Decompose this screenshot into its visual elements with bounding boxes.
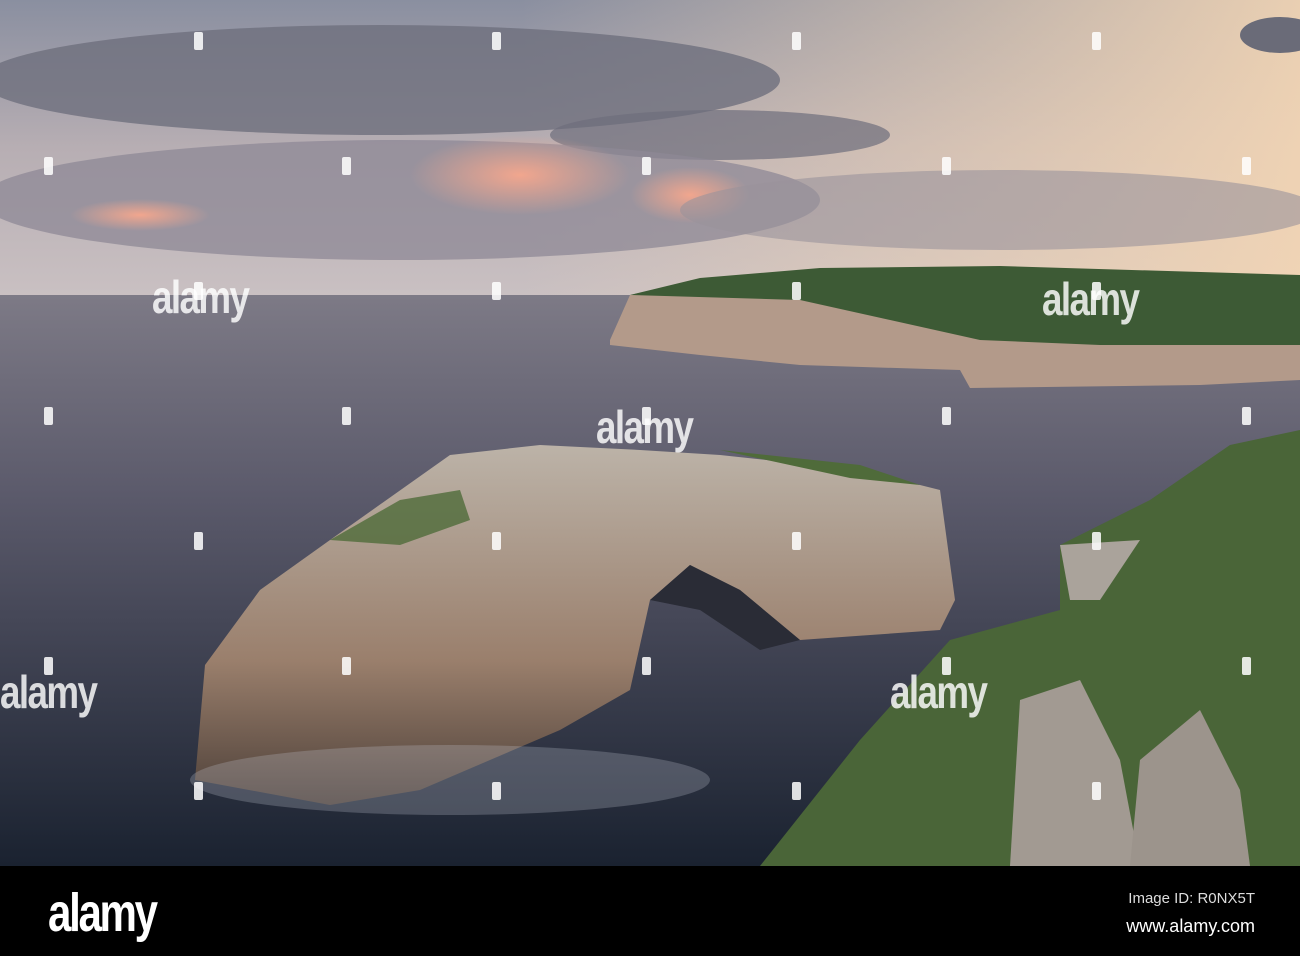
watermark-marker xyxy=(44,657,53,675)
watermark-marker xyxy=(194,282,203,300)
alamy-logo: alamy xyxy=(48,883,158,943)
watermark-marker xyxy=(492,532,501,550)
watermark-marker xyxy=(492,282,501,300)
watermark-marker xyxy=(792,282,801,300)
watermark-text: alamy xyxy=(890,666,988,718)
watermark-text: alamy xyxy=(1042,273,1140,325)
image-id: Image ID: R0NX5T xyxy=(1128,890,1255,907)
watermark-marker xyxy=(942,407,951,425)
watermark-marker xyxy=(44,157,53,175)
watermark-marker xyxy=(792,32,801,50)
watermark-marker xyxy=(194,782,203,800)
watermark-marker xyxy=(194,532,203,550)
watermark-marker xyxy=(642,157,651,175)
watermark-marker xyxy=(792,532,801,550)
watermark-marker xyxy=(642,657,651,675)
watermark-marker xyxy=(342,407,351,425)
watermark-marker xyxy=(942,157,951,175)
watermark-marker xyxy=(44,407,53,425)
watermark-marker xyxy=(942,657,951,675)
watermark-marker xyxy=(1092,32,1101,50)
watermark-marker xyxy=(1092,532,1101,550)
watermark-marker xyxy=(1092,782,1101,800)
stock-photo: alamy alamy alamy alamy alamy alamy Imag… xyxy=(0,0,1300,956)
watermark-marker xyxy=(1092,282,1101,300)
watermark-marker xyxy=(1242,657,1251,675)
watermark-marker xyxy=(492,782,501,800)
watermark-marker xyxy=(642,407,651,425)
watermark-marker xyxy=(492,32,501,50)
watermark-marker xyxy=(194,32,203,50)
watermark-marker xyxy=(1242,407,1251,425)
watermark-marker xyxy=(342,157,351,175)
watermark-marker xyxy=(342,657,351,675)
website-link[interactable]: www.alamy.com xyxy=(1126,916,1255,937)
watermark-marker xyxy=(1242,157,1251,175)
footer-bar: alamy Image ID: R0NX5T www.alamy.com xyxy=(0,866,1300,956)
watermark-marker xyxy=(792,782,801,800)
